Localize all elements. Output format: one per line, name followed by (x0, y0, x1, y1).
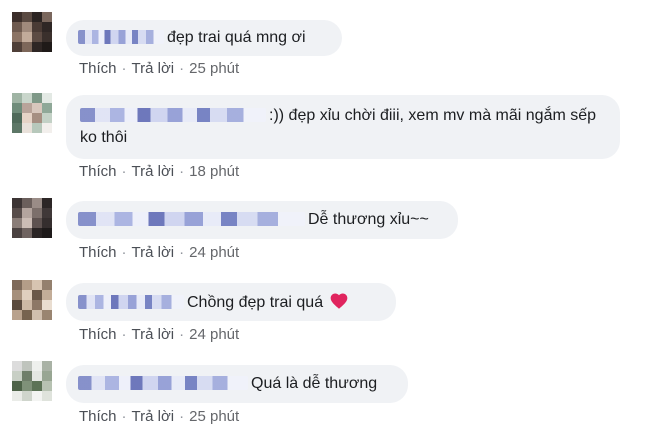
comment-text: Dễ thương xỉu~~ (308, 211, 429, 228)
like-link[interactable]: Thích (79, 60, 117, 77)
separator-dot: · (179, 326, 185, 343)
comment-time[interactable]: 25 phút (189, 408, 239, 425)
comment-text: Chồng đẹp trai quá (187, 294, 324, 311)
comment-bubble: Chồng đẹp trai quá (66, 283, 396, 321)
reply-link[interactable]: Trả lời (132, 408, 175, 425)
like-link[interactable]: Thích (79, 326, 117, 343)
comment-time[interactable]: 25 phút (189, 60, 239, 77)
redacted-username[interactable] (78, 212, 305, 226)
comment-actions: Thích · Trả lời · 24 phút (79, 326, 239, 344)
avatar[interactable] (12, 198, 52, 238)
comment-text: Quá là dễ thương (251, 375, 378, 392)
separator-dot: · (121, 60, 127, 77)
avatar[interactable] (12, 361, 52, 401)
like-link[interactable]: Thích (79, 163, 117, 180)
reply-link[interactable]: Trả lời (132, 163, 175, 180)
separator-dot: · (121, 408, 127, 425)
avatar[interactable] (12, 93, 52, 133)
reply-link[interactable]: Trả lời (132, 60, 175, 77)
separator-dot: · (179, 163, 185, 180)
separator-dot: · (121, 163, 127, 180)
comment-time[interactable]: 24 phút (189, 326, 239, 343)
comment-time[interactable]: 18 phút (189, 163, 239, 180)
comment-actions: Thích · Trả lời · 18 phút (79, 163, 239, 181)
separator-dot: · (121, 244, 127, 261)
redacted-username[interactable] (78, 376, 248, 390)
separator-dot: · (179, 408, 185, 425)
comment-bubble: Quá là dễ thương (66, 365, 408, 403)
like-link[interactable]: Thích (79, 408, 117, 425)
comment-actions: Thích · Trả lời · 25 phút (79, 408, 239, 426)
heart-icon (330, 293, 348, 309)
avatar[interactable] (12, 280, 52, 320)
redacted-username[interactable] (78, 30, 164, 44)
comment-text: đẹp trai quá mng ơi (167, 29, 306, 46)
comment-bubble: :)) đẹp xỉu chời điii, xem mv mà mãi ngắ… (66, 95, 620, 159)
reply-link[interactable]: Trả lời (132, 326, 175, 343)
comment-bubble: Dễ thương xỉu~~ (66, 201, 458, 239)
comment-time[interactable]: 24 phút (189, 244, 239, 261)
redacted-username[interactable] (80, 108, 266, 122)
like-link[interactable]: Thích (79, 244, 117, 261)
reply-link[interactable]: Trả lời (132, 244, 175, 261)
redacted-username[interactable] (78, 295, 184, 309)
avatar[interactable] (12, 12, 52, 52)
separator-dot: · (179, 60, 185, 77)
comment-actions: Thích · Trả lời · 25 phút (79, 60, 239, 78)
separator-dot: · (121, 326, 127, 343)
comment-bubble: đẹp trai quá mng ơi (66, 20, 342, 56)
separator-dot: · (179, 244, 185, 261)
comment-actions: Thích · Trả lời · 24 phút (79, 244, 239, 262)
